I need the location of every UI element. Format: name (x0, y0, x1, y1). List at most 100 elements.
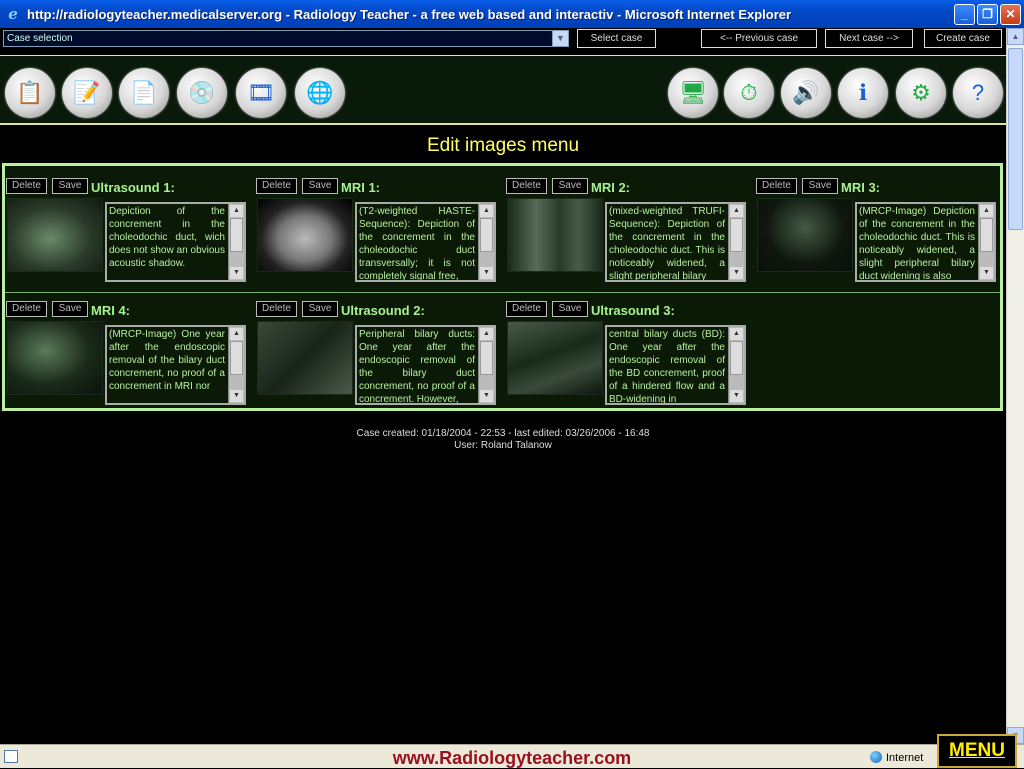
image-description: central bilary ducts (BD): One year afte… (609, 329, 725, 405)
image-card: Delete Save MRI 4: (MRCP-Image) One year… (5, 293, 250, 411)
scrollbar[interactable]: ▲ ▼ (478, 327, 494, 403)
scroll-up-icon[interactable]: ▲ (480, 328, 493, 340)
scroll-down-icon[interactable]: ▼ (230, 267, 243, 279)
scroll-thumb[interactable] (480, 341, 493, 375)
image-label: MRI 2: (591, 180, 630, 195)
image-description-textarea[interactable]: Depiction of the concrement in the chole… (105, 202, 246, 282)
scrollbar[interactable]: ▲ ▼ (728, 327, 744, 403)
help-icon[interactable]: ? (953, 68, 1003, 118)
image-thumbnail[interactable] (257, 321, 353, 395)
scroll-down-icon[interactable]: ▼ (730, 267, 743, 279)
save-button[interactable]: Save (52, 178, 88, 194)
scroll-up-icon[interactable]: ▲ (230, 205, 243, 217)
case-footer: Case created: 01/18/2004 - 22:53 - last … (0, 428, 1006, 452)
image-label: Ultrasound 1: (91, 180, 175, 195)
delete-button[interactable]: Delete (256, 301, 297, 317)
select-case-button[interactable]: Select case (577, 29, 656, 48)
menu-button[interactable]: MENU (937, 734, 1017, 768)
image-description-textarea[interactable]: (T2-weighted HASTE-Sequence): Depiction … (355, 202, 496, 282)
delete-button[interactable]: Delete (6, 178, 47, 194)
image-description-textarea[interactable]: (MRCP-Image) Depiction of the concrement… (855, 202, 996, 282)
image-card: Delete Save Ultrasound 2: Peripheral bil… (255, 293, 500, 411)
delete-button[interactable]: Delete (506, 301, 547, 317)
globe-info-icon[interactable]: ℹ (838, 68, 888, 118)
document-settings-icon[interactable]: 📄 (119, 68, 169, 118)
clock-icon[interactable]: ⏱ (724, 68, 774, 118)
delete-button[interactable]: Delete (756, 178, 797, 194)
image-description-textarea[interactable]: central bilary ducts (BD): One year afte… (605, 325, 746, 405)
image-description: (MRCP-Image) One year after the endoscop… (109, 329, 225, 392)
scrollbar[interactable]: ▲ ▼ (228, 327, 244, 403)
scroll-up-icon[interactable]: ▲ (980, 205, 993, 217)
scroll-up-icon[interactable]: ▲ (730, 328, 743, 340)
image-row: Delete Save Ultrasound 1: Depiction of t… (5, 170, 1000, 288)
case-dates: Case created: 01/18/2004 - 22:53 - last … (356, 428, 650, 439)
ie-icon: e (8, 5, 18, 23)
scroll-thumb[interactable] (980, 218, 993, 252)
scrollbar[interactable]: ▲ ▼ (978, 204, 994, 280)
web-monitor-icon[interactable]: 🌐 (295, 68, 345, 118)
save-button[interactable]: Save (552, 301, 588, 317)
scroll-up-icon[interactable]: ▲ (730, 205, 743, 217)
scroll-up-icon[interactable]: ▲ (1007, 28, 1024, 45)
next-case-button[interactable]: Next case --> (825, 29, 913, 48)
restore-button[interactable]: ❐ (977, 3, 998, 25)
save-button[interactable]: Save (552, 178, 588, 194)
close-button[interactable]: ✕ (1000, 3, 1021, 25)
case-selection-dropdown[interactable]: Case selection ▼ (3, 30, 569, 47)
globe-speaker-icon[interactable]: 🔊 (781, 68, 831, 118)
edit-text-icon[interactable]: 📝 (62, 68, 112, 118)
previous-case-button[interactable]: <-- Previous case (701, 29, 817, 48)
delete-button[interactable]: Delete (6, 301, 47, 317)
scroll-down-icon[interactable]: ▼ (980, 267, 993, 279)
scroll-down-icon[interactable]: ▼ (480, 267, 493, 279)
create-case-button[interactable]: Create case (924, 29, 1002, 48)
scrollbar[interactable]: ▲ ▼ (478, 204, 494, 280)
scroll-thumb[interactable] (230, 218, 243, 252)
chevron-down-icon[interactable]: ▼ (552, 31, 568, 46)
image-thumbnail[interactable] (257, 198, 353, 272)
slideshow-icon[interactable]: 🖥 (668, 68, 718, 118)
image-thumbnail[interactable] (507, 321, 603, 395)
image-label: MRI 3: (841, 180, 880, 195)
scrollbar[interactable]: ▲ ▼ (228, 204, 244, 280)
image-description-textarea[interactable]: (mixed-weighted TRUFI-Sequence): Depicti… (605, 202, 746, 282)
image-description-textarea[interactable]: (MRCP-Image) One year after the endoscop… (105, 325, 246, 405)
save-button[interactable]: Save (302, 301, 338, 317)
images-panel: Delete Save Ultrasound 1: Depiction of t… (2, 163, 1003, 411)
page-scrollbar[interactable]: ▲ ▼ (1006, 28, 1024, 744)
case-text-icon[interactable]: 📋 (5, 68, 55, 118)
scroll-up-icon[interactable]: ▲ (480, 205, 493, 217)
image-description: (mixed-weighted TRUFI-Sequence): Depicti… (609, 206, 725, 282)
media-icon[interactable]: 💿 (177, 68, 227, 118)
scroll-thumb[interactable] (480, 218, 493, 252)
globe-icon (870, 751, 882, 763)
image-row: Delete Save MRI 4: (MRCP-Image) One year… (5, 292, 1000, 410)
delete-button[interactable]: Delete (506, 178, 547, 194)
image-label: Ultrasound 3: (591, 303, 675, 318)
image-thumbnail[interactable] (757, 198, 853, 272)
scroll-down-icon[interactable]: ▼ (480, 390, 493, 402)
image-description-textarea[interactable]: Peripheral bilary ducts: One year after … (355, 325, 496, 405)
scroll-down-icon[interactable]: ▼ (230, 390, 243, 402)
scroll-thumb[interactable] (730, 341, 743, 375)
image-thumbnail[interactable] (507, 198, 603, 272)
save-button[interactable]: Save (302, 178, 338, 194)
image-thumbnail[interactable] (7, 321, 103, 395)
status-bar: www.Radiologyteacher.com Internet (0, 744, 1024, 768)
scroll-thumb[interactable] (730, 218, 743, 252)
scroll-thumb[interactable] (1008, 48, 1023, 230)
scrollbar[interactable]: ▲ ▼ (728, 204, 744, 280)
scroll-up-icon[interactable]: ▲ (230, 328, 243, 340)
save-button[interactable]: Save (52, 301, 88, 317)
scroll-thumb[interactable] (230, 341, 243, 375)
case-user: User: Roland Talanow (454, 440, 552, 451)
film-icon[interactable]: 🎞 (236, 68, 286, 118)
image-thumbnail[interactable] (7, 198, 103, 272)
image-card: Delete Save MRI 2: (mixed-weighted TRUFI… (505, 170, 750, 288)
save-button[interactable]: Save (802, 178, 838, 194)
minimize-button[interactable]: _ (954, 3, 975, 25)
scroll-down-icon[interactable]: ▼ (730, 390, 743, 402)
delete-button[interactable]: Delete (256, 178, 297, 194)
settings-card-icon[interactable]: ⚙ (896, 68, 946, 118)
